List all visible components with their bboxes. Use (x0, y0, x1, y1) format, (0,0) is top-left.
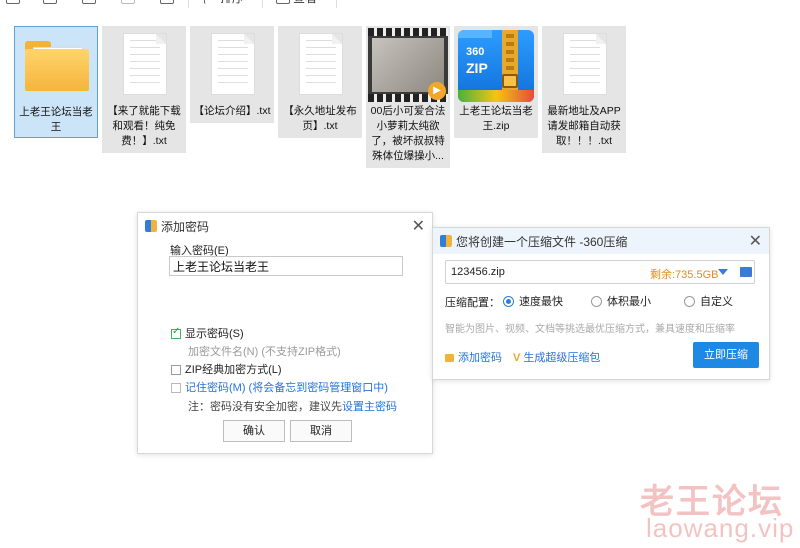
checkbox-checked-icon (171, 326, 181, 339)
lock-icon (445, 354, 454, 362)
output-filename[interactable]: 123456.zip (451, 266, 505, 278)
password-input[interactable] (169, 256, 403, 276)
remember-password-checkbox[interactable]: 记住密码(M) (将会备忘到密码管理窗口中) (171, 379, 388, 395)
toolbar-divider (336, 0, 337, 8)
file-name: 00后小可爱合法小萝莉太纯欲了，被坏叔叔特殊体位爆操小... (370, 105, 446, 162)
view-button[interactable]: 查看 (293, 0, 317, 6)
copy-icon[interactable] (6, 0, 20, 4)
video-thumbnail: ▶ (368, 28, 448, 102)
file-name: 最新地址及APP请发邮箱自动获取！！！.txt (547, 105, 621, 147)
compress-now-button[interactable]: 立即压缩 (693, 342, 759, 368)
zip-classic-checkbox[interactable]: ZIP经典加密方式(L) (171, 361, 282, 377)
option-smallest-radio[interactable]: 体积最小 (591, 293, 651, 309)
close-icon[interactable]: ✕ (749, 231, 762, 251)
close-icon[interactable]: ✕ (412, 216, 425, 236)
file-name: 【论坛介绍】.txt (193, 105, 271, 117)
checkbox-icon (171, 365, 181, 375)
confirm-button[interactable]: 确认 (223, 420, 285, 442)
file-item-txt[interactable]: 【永久地址发布页】.txt (278, 26, 362, 138)
text-file-icon (124, 34, 166, 94)
config-label: 压缩配置： (445, 297, 500, 309)
dialog-titlebar[interactable]: 添加密码 ✕ (138, 213, 432, 239)
view-icon (276, 0, 290, 4)
app-icon (440, 235, 452, 247)
file-name: 上老王论坛当老王.zip (459, 105, 533, 132)
text-file-icon (212, 34, 254, 94)
zip-archive-icon: 360 ZIP (458, 30, 534, 102)
watermark-url: laowang.vip (646, 513, 795, 543)
play-icon: ▶ (428, 82, 446, 100)
checkbox-icon (171, 383, 181, 393)
toolbar-divider (262, 0, 263, 8)
sort-button[interactable]: 排序 (220, 0, 244, 6)
option-custom-radio[interactable]: 自定义 (684, 293, 733, 309)
dialog-title: 您将创建一个压缩文件 -360压缩 (456, 235, 628, 249)
show-password-checkbox[interactable]: 显示密码(S) (171, 325, 244, 341)
dropdown-arrow-icon[interactable] (718, 269, 728, 275)
paste-icon[interactable] (82, 0, 96, 4)
dialog-titlebar[interactable]: 您将创建一个压缩文件 -360压缩 ✕ (433, 228, 769, 254)
sort-icon (204, 0, 212, 4)
toolbar-divider (188, 0, 189, 8)
remaining-space: 剩余:735.5GB (650, 269, 719, 281)
set-master-password-link[interactable]: 设置主密码 (342, 401, 397, 413)
file-item-zip[interactable]: 360 ZIP 上老王论坛当老王.zip (454, 26, 538, 138)
generate-super-archive-link[interactable]: V 生成超级压缩包 (513, 349, 600, 365)
more-button[interactable]: ··· (349, 0, 368, 4)
radio-icon (591, 296, 602, 307)
v-badge-icon: V (513, 352, 521, 364)
compress-dialog: 您将创建一个压缩文件 -360压缩 ✕ 123456.zip 剩余:735.5G… (432, 227, 770, 380)
encrypt-filename-option: 加密文件名(N) (不支持ZIP格式) (188, 346, 341, 358)
toolbar: 排序 查看 ··· (0, 0, 800, 10)
file-name: 【永久地址发布页】.txt (283, 105, 357, 132)
add-password-link[interactable]: 添加密码 (445, 349, 502, 365)
file-item-folder[interactable]: 上老王论坛当老王 (14, 26, 98, 138)
cancel-button[interactable]: 取消 (290, 420, 352, 442)
option-fastest-radio[interactable]: 速度最快 (503, 293, 563, 309)
folder-icon (25, 41, 89, 91)
radio-selected-icon (503, 296, 514, 307)
file-item-txt[interactable]: 【来了就能下载和观看！纯免费！】.txt (102, 26, 186, 153)
radio-icon (684, 296, 695, 307)
add-password-dialog: 添加密码 ✕ 输入密码(E) 显示密码(S) 加密文件名(N) (不支持ZIP格… (137, 212, 433, 454)
folder-browse-icon[interactable] (740, 267, 752, 277)
share-icon[interactable] (121, 0, 135, 4)
delete-icon[interactable] (160, 0, 174, 4)
text-file-icon (300, 34, 342, 94)
app-icon (145, 220, 157, 232)
dialog-title: 添加密码 (161, 220, 210, 234)
text-file-icon (564, 34, 606, 94)
file-item-video[interactable]: ▶ 00后小可爱合法小萝莉太纯欲了，被坏叔叔特殊体位爆操小... (366, 26, 450, 168)
file-item-txt[interactable]: 【论坛介绍】.txt (190, 26, 274, 123)
file-name: 【来了就能下载和观看！纯免费！】.txt (107, 105, 181, 147)
file-item-txt[interactable]: 最新地址及APP请发邮箱自动获取！！！.txt (542, 26, 626, 153)
output-file-field[interactable]: 123456.zip 剩余:735.5GB (445, 260, 755, 284)
option-hint: 智能为图片、视频、文档等挑选最优压缩方式，兼具速度和压缩率 (445, 324, 735, 335)
file-name: 上老王论坛当老王 (19, 106, 93, 133)
security-note: 注：密码没有安全加密，建议先设置主密码 (188, 401, 397, 413)
cut-icon[interactable] (43, 0, 57, 4)
